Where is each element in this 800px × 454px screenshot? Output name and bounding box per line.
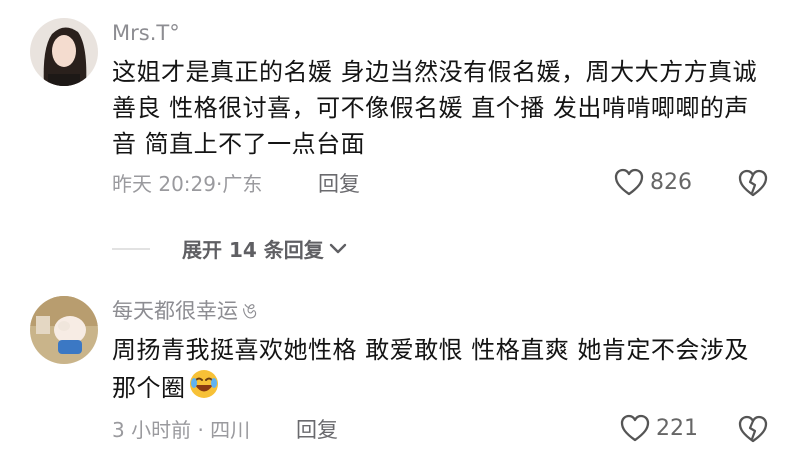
username-text: 每天都很幸运	[112, 299, 238, 323]
comment-username[interactable]: 每天都很幸运 ঙ	[112, 298, 257, 324]
like-button[interactable]: 221	[620, 414, 698, 442]
like-count: 826	[650, 169, 692, 195]
reply-button[interactable]: 回复	[318, 171, 360, 197]
dislike-button[interactable]	[738, 415, 768, 447]
comment-text: 周扬青我挺喜欢她性格 敢爱敢恨 性格直爽 她肯定不会涉及那个圈	[112, 332, 762, 410]
like-button[interactable]: 826	[614, 168, 692, 196]
dislike-button[interactable]	[738, 169, 768, 201]
laughing-emoji-icon	[188, 368, 220, 410]
broken-heart-icon	[738, 415, 768, 443]
comment-username[interactable]: Mrs.T°	[112, 20, 180, 46]
username-suffix: ঙ	[242, 299, 258, 323]
expand-replies-button[interactable]: 展开 14 条回复	[112, 234, 348, 263]
avatar[interactable]	[30, 296, 98, 364]
like-count: 221	[656, 415, 698, 441]
avatar[interactable]	[30, 18, 98, 86]
comment-text: 这姐才是真正的名媛 身边当然没有假名媛，周大大方方真诚善良 性格很讨喜，可不像假…	[112, 58, 758, 158]
chevron-down-icon	[329, 243, 346, 253]
broken-heart-icon	[738, 169, 768, 197]
comment-meta: 3 小时前 · 四川	[112, 418, 251, 442]
heart-outline-icon	[620, 414, 650, 442]
comment-meta: 昨天 20:29·广东	[112, 172, 263, 196]
divider-line	[112, 247, 150, 250]
expand-replies-label: 展开 14 条回复	[182, 238, 324, 262]
reply-button[interactable]: 回复	[296, 417, 338, 443]
heart-outline-icon	[614, 168, 644, 196]
